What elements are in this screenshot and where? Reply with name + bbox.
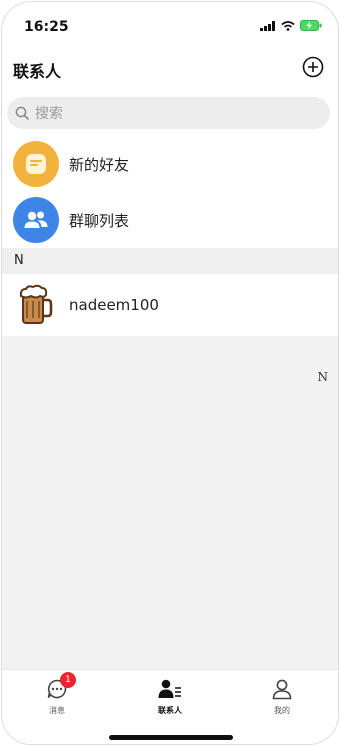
plus-circle-icon[interactable] — [302, 56, 324, 78]
section-letter: N — [14, 253, 24, 268]
list-item-group-chats[interactable]: 群聊列表 — [2, 192, 338, 248]
new-friends-label: 新的好友 — [69, 155, 130, 174]
unread-badge: 1 — [60, 672, 76, 688]
contact-name: nadeem100 — [69, 296, 159, 314]
wifi-icon — [281, 20, 295, 31]
tab-me-label: 我的 — [274, 706, 290, 715]
list-item-new-friends[interactable]: 新的好友 — [2, 136, 338, 192]
tab-messages-label: 消息 — [49, 706, 65, 715]
group-icon — [24, 211, 48, 228]
tab-me[interactable]: 我的 — [252, 678, 312, 716]
contact-row[interactable]: nadeem100 — [2, 274, 338, 336]
message-square-icon — [26, 154, 46, 174]
new-friends-avatar — [13, 141, 59, 187]
status-icons — [260, 20, 322, 31]
tab-contacts[interactable]: 联系人 — [140, 678, 200, 716]
home-indicator — [109, 735, 233, 740]
search-placeholder: 搜索 — [35, 106, 63, 122]
battery-icon — [300, 20, 322, 31]
section-header: N — [2, 248, 338, 274]
page-title: 联系人 — [13, 62, 62, 81]
search-bar[interactable]: 搜索 — [7, 97, 330, 129]
phone-frame: 16:25 联系人 搜索 新的好友 群聊列表 N nadeem100 N 1 消… — [1, 1, 339, 745]
tab-messages[interactable]: 1 消息 — [27, 672, 87, 716]
signal-icon — [260, 20, 275, 31]
contacts-icon — [158, 679, 181, 698]
search-section: 搜索 — [2, 92, 338, 136]
alphabet-index-n[interactable]: N — [318, 370, 329, 384]
status-bar: 16:25 — [2, 2, 338, 46]
status-time: 16:25 — [24, 19, 69, 35]
nav-header: 联系人 — [2, 46, 338, 92]
contact-avatar — [13, 282, 59, 328]
person-icon — [272, 679, 292, 700]
group-chats-avatar — [13, 197, 59, 243]
tab-bar: 1 消息 联系人 我的 — [2, 669, 338, 744]
search-icon — [15, 106, 30, 120]
tab-contacts-label: 联系人 — [158, 706, 182, 715]
beer-mug-icon — [19, 284, 53, 324]
group-chats-label: 群聊列表 — [69, 211, 130, 230]
